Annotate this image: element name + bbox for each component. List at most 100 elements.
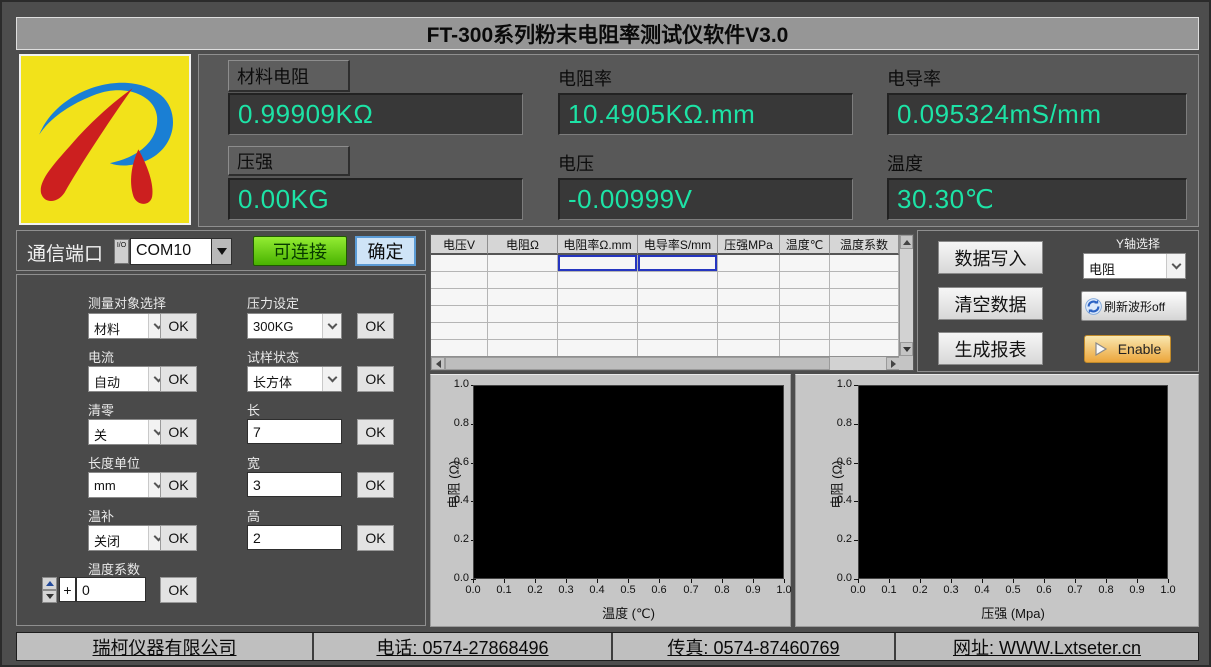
table-cell[interactable] [638, 289, 718, 306]
table-cell[interactable] [718, 272, 780, 289]
table-cell[interactable] [718, 323, 780, 340]
temp-comp-ok-button[interactable]: OK [160, 525, 197, 551]
current-select[interactable]: 自动 [88, 366, 168, 392]
spinner-down-icon[interactable] [42, 590, 57, 603]
scroll-down-icon[interactable] [900, 342, 913, 356]
confirm-button[interactable]: 确定 [355, 236, 416, 266]
table-cell[interactable] [558, 272, 638, 289]
table-cell[interactable] [780, 323, 830, 340]
width-ok-button[interactable]: OK [357, 472, 394, 498]
y-axis-select[interactable]: 电阻 [1083, 253, 1186, 279]
table-cell[interactable] [780, 306, 830, 323]
table-row[interactable] [431, 255, 913, 272]
table-cell[interactable] [431, 323, 488, 340]
table-cell[interactable] [558, 306, 638, 323]
length-input[interactable] [247, 419, 342, 444]
table-cell[interactable] [830, 306, 899, 323]
chevron-down-icon [322, 314, 341, 338]
scroll-left-icon[interactable] [431, 357, 445, 370]
table-cell[interactable] [431, 255, 488, 272]
table-cell[interactable] [431, 289, 488, 306]
connect-status-button[interactable]: 可连接 [253, 236, 347, 266]
table-cell[interactable] [830, 255, 899, 272]
table-cell[interactable] [780, 272, 830, 289]
table-row[interactable] [431, 272, 913, 289]
table-cell[interactable] [638, 340, 718, 357]
sample-state-ok-button[interactable]: OK [357, 366, 394, 392]
length-unit-ok-button[interactable]: OK [160, 472, 197, 498]
table-cell[interactable] [488, 255, 558, 272]
height-input[interactable] [247, 525, 342, 550]
table-cell[interactable] [780, 289, 830, 306]
table-cell[interactable] [718, 340, 780, 357]
table-cell[interactable] [780, 340, 830, 357]
table-cell[interactable] [830, 323, 899, 340]
table-cell[interactable] [830, 340, 899, 357]
table-cell[interactable] [780, 255, 830, 272]
generate-report-button[interactable]: 生成报表 [938, 332, 1043, 365]
dropdown-arrow-icon[interactable] [211, 239, 231, 264]
table-cell[interactable] [488, 289, 558, 306]
table-vertical-scrollbar[interactable] [899, 235, 913, 356]
y-axis-value: 电阻 [1084, 254, 1166, 278]
selected-cell[interactable] [638, 255, 718, 272]
table-cell[interactable] [558, 289, 638, 306]
table-row[interactable] [431, 323, 913, 340]
sample-state-select[interactable]: 长方体 [247, 366, 342, 392]
measure-object-select[interactable]: 材料 [88, 313, 168, 339]
table-cell[interactable] [638, 323, 718, 340]
table-cell[interactable] [718, 289, 780, 306]
chevron-down-icon [1166, 254, 1185, 278]
pressure-set-ok-button[interactable]: OK [357, 313, 394, 339]
clear-data-button[interactable]: 清空数据 [938, 287, 1043, 320]
height-ok-button[interactable]: OK [357, 525, 394, 551]
temp-coef-spinner[interactable] [42, 577, 57, 603]
refresh-waveform-button[interactable]: 刷新波形off [1081, 291, 1187, 321]
temp-coef-input[interactable] [76, 577, 146, 602]
table-cell[interactable] [488, 340, 558, 357]
width-input[interactable] [247, 472, 342, 497]
selected-cell[interactable] [558, 255, 638, 272]
com-port-select[interactable]: COM10 [130, 238, 232, 265]
table-cell[interactable] [718, 255, 780, 272]
table-cell[interactable] [488, 272, 558, 289]
write-data-button[interactable]: 数据写入 [938, 241, 1043, 274]
table-row[interactable] [431, 289, 913, 306]
table-cell[interactable] [431, 340, 488, 357]
table-horizontal-scrollbar[interactable] [431, 356, 900, 370]
pressure-set-select[interactable]: 300KG [247, 313, 342, 339]
col-header-conductivity: 电导率S/mm [638, 235, 718, 255]
table-row[interactable] [431, 340, 913, 357]
table-cell[interactable] [638, 306, 718, 323]
current-ok-button[interactable]: OK [160, 366, 197, 392]
table-row[interactable] [431, 306, 913, 323]
table-cell[interactable] [488, 306, 558, 323]
zero-select[interactable]: 关 [88, 419, 168, 445]
scrollbar-thumb[interactable] [445, 357, 830, 370]
y-tick: 0.4 [822, 494, 852, 506]
temp-comp-select[interactable]: 关闭 [88, 525, 168, 551]
table-cell[interactable] [558, 340, 638, 357]
spinner-up-icon[interactable] [42, 577, 57, 590]
table-cell[interactable] [431, 272, 488, 289]
table-cell[interactable] [488, 323, 558, 340]
table-cell[interactable] [830, 289, 899, 306]
table-cell[interactable] [431, 306, 488, 323]
scroll-right-icon[interactable] [886, 357, 900, 370]
zero-ok-button[interactable]: OK [160, 419, 197, 445]
x-tick: 0.9 [1122, 584, 1152, 596]
scroll-up-icon[interactable] [900, 235, 913, 249]
chart1-x-axis-label: 温度 (℃) [473, 603, 784, 622]
table-cell[interactable] [558, 323, 638, 340]
measure-object-ok-button[interactable]: OK [160, 313, 197, 339]
table-cell[interactable] [718, 306, 780, 323]
length-ok-button[interactable]: OK [357, 419, 394, 445]
length-unit-select[interactable]: mm [88, 472, 168, 498]
temp-coef-ok-button[interactable]: OK [160, 577, 197, 603]
table-cell[interactable] [638, 272, 718, 289]
measure-object-value: 材料 [89, 314, 148, 338]
enable-button[interactable]: Enable [1084, 335, 1171, 363]
temp-coef-sign: + [59, 577, 76, 602]
website-url: 网址: WWW.Lxtseter.cn [896, 633, 1198, 660]
table-cell[interactable] [830, 272, 899, 289]
